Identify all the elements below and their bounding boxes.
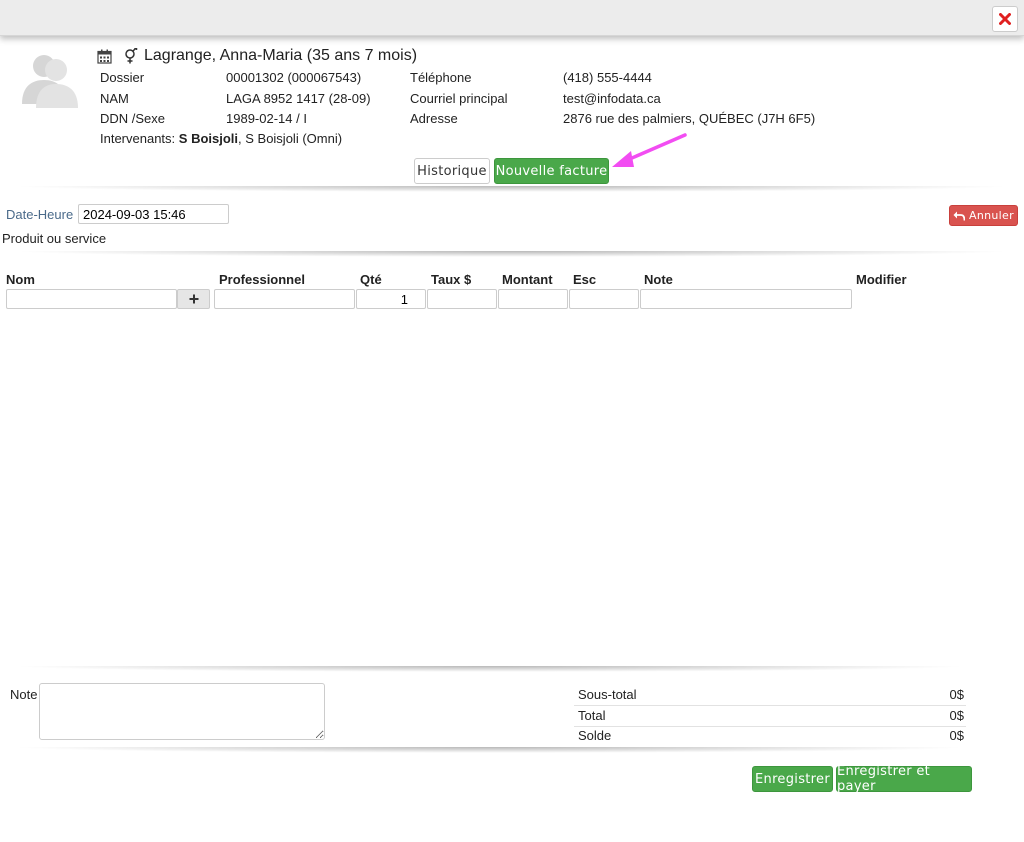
soustotal-value: 0$: [949, 687, 964, 702]
taux-input[interactable]: [427, 289, 497, 309]
telephone-value: (418) 555-4444: [563, 70, 652, 85]
column-header-montant: Montant: [502, 272, 553, 287]
note-textarea[interactable]: [39, 683, 325, 740]
annuler-label: Annuler: [969, 209, 1014, 222]
note-label: Note: [10, 687, 38, 702]
section-title: Produit ou service: [2, 231, 107, 246]
solde-label: Solde: [578, 728, 612, 743]
dossier-label: Dossier: [100, 70, 145, 85]
column-header-nom: Nom: [6, 272, 35, 287]
column-header-modifier: Modifier: [856, 272, 907, 287]
patient-header: Lagrange, Anna-Maria (35 ans 7 mois): [97, 46, 417, 66]
nom-input[interactable]: [6, 289, 177, 309]
totals-divider: [574, 705, 966, 706]
section-divider: [10, 666, 970, 672]
annuler-button[interactable]: Annuler: [949, 205, 1018, 226]
close-icon: [999, 13, 1011, 25]
telephone-label: Téléphone: [410, 70, 472, 85]
solde-value: 0$: [949, 728, 964, 743]
intervenants: Intervenants: S Boisjoli, S Boisjoli (Om…: [100, 131, 342, 146]
column-header-esc: Esc: [573, 272, 597, 287]
adresse-label: Adresse: [410, 111, 458, 126]
total-value: 0$: [949, 708, 964, 723]
enregistrer-payer-button[interactable]: Enregistrer et payer: [836, 764, 972, 794]
column-header-professionnel: Professionnel: [219, 272, 305, 287]
note-input[interactable]: [640, 289, 852, 309]
montant-input[interactable]: [498, 289, 568, 309]
intervenant-primary: S Boisjoli: [178, 131, 239, 146]
undo-icon: [953, 211, 966, 221]
calendar-icon[interactable]: [97, 49, 112, 64]
nouvelle-facture-button[interactable]: Nouvelle facture: [494, 158, 609, 184]
totals-divider: [574, 726, 966, 727]
add-product-button[interactable]: [177, 289, 210, 309]
close-button[interactable]: [992, 6, 1018, 32]
ddn-label: DDN /Sexe: [100, 111, 166, 126]
column-header-qte: Qté: [360, 272, 382, 287]
column-header-note: Note: [644, 272, 673, 287]
gender-icon: [124, 48, 138, 64]
courriel-value: test@infodata.ca: [563, 91, 661, 106]
dossier-value: 00001302 (000067543): [226, 70, 362, 85]
historique-button[interactable]: Historique: [414, 158, 490, 184]
plus-icon: [189, 294, 198, 304]
nam-value: LAGA 8952 1417 (28-09): [226, 91, 371, 106]
total-label: Total: [578, 708, 606, 723]
nam-label: NAM: [100, 91, 129, 106]
professionnel-input[interactable]: [214, 289, 355, 309]
esc-input[interactable]: [569, 289, 639, 309]
enregistrer-button[interactable]: Enregistrer: [752, 766, 833, 792]
avatar-icon: [22, 55, 78, 108]
section-divider: [10, 747, 970, 753]
datetime-input[interactable]: [78, 204, 229, 224]
section-divider: [10, 186, 1014, 192]
adresse-value: 2876 rue des palmiers, QUÉBEC (J7H 6F5): [563, 111, 816, 126]
intervenants-label: Intervenants:: [100, 131, 176, 146]
courriel-label: Courriel principal: [410, 91, 508, 106]
soustotal-label: Sous-total: [578, 687, 637, 702]
section-divider: [10, 251, 1014, 257]
datetime-label: Date-Heure: [6, 207, 74, 222]
qte-input[interactable]: [356, 289, 426, 309]
arrow-icon: [612, 133, 687, 167]
ddn-value: 1989-02-14 / I: [226, 111, 307, 126]
patient-name: Lagrange, Anna-Maria (35 ans 7 mois): [144, 47, 418, 64]
intervenant-rest: , S Boisjoli (Omni): [238, 131, 343, 146]
column-header-taux: Taux $: [431, 272, 472, 287]
modal-header-bar: [0, 0, 1024, 36]
